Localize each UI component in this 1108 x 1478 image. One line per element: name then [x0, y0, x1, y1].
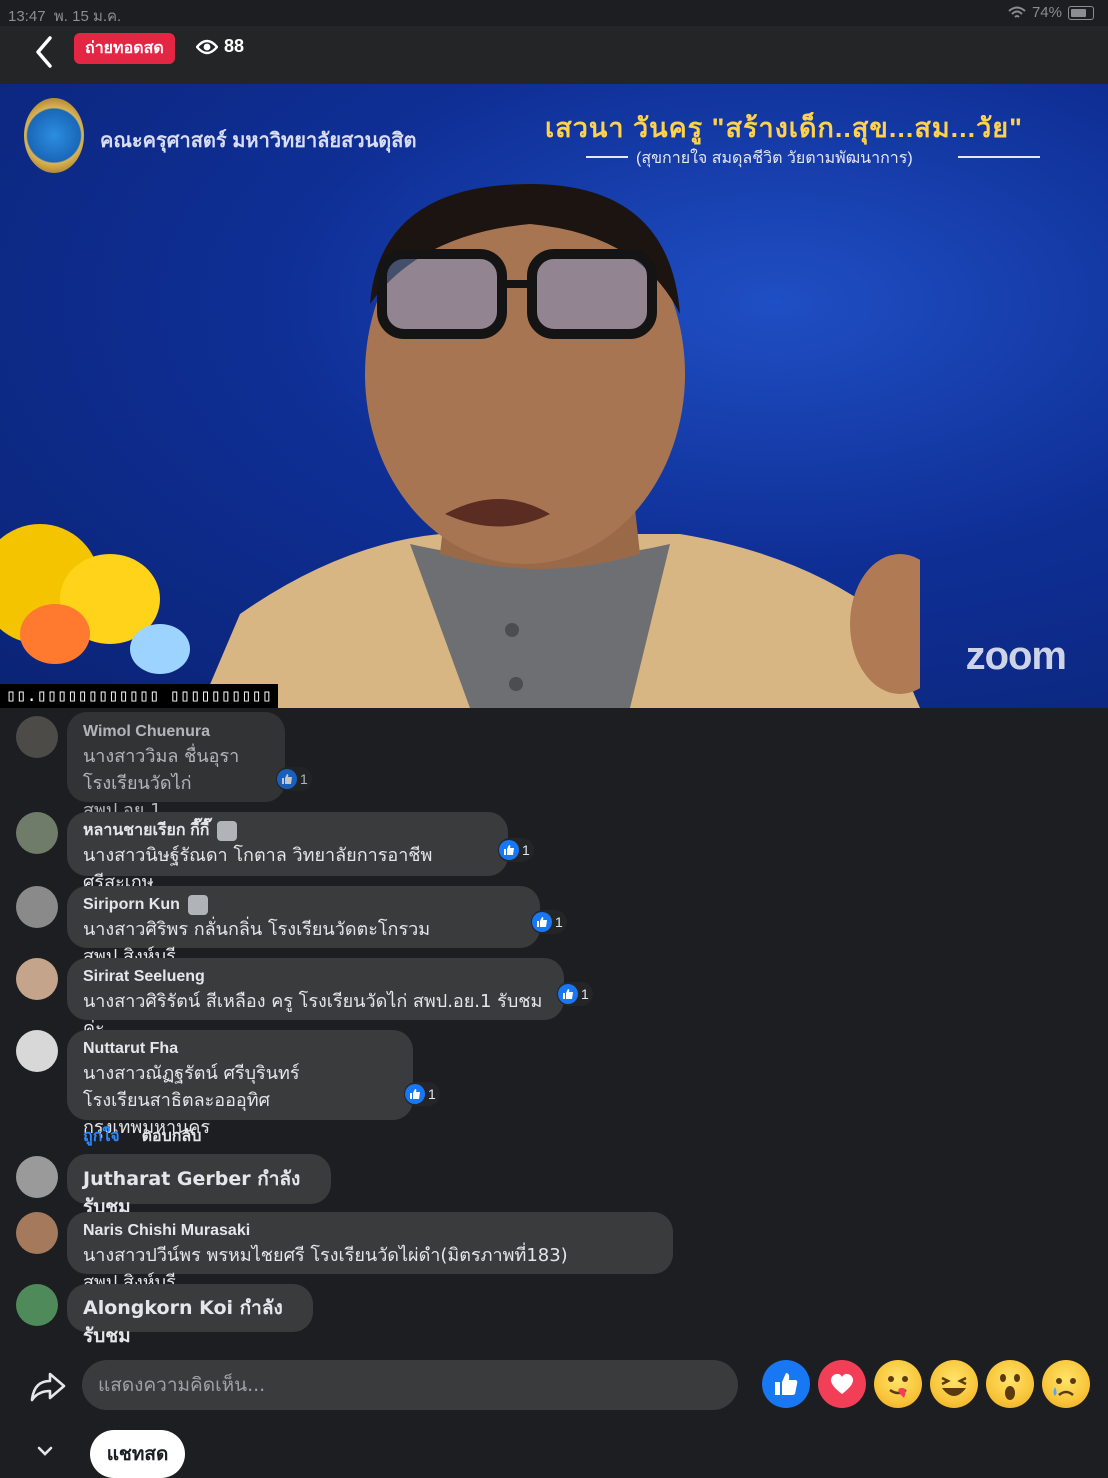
like-count-value: 1 — [428, 1086, 436, 1102]
status-time: 13:47 พ. 15 ม.ค. — [8, 8, 122, 25]
divider — [958, 156, 1040, 158]
comment-author[interactable]: Nuttarut Fha — [83, 1038, 397, 1060]
comment-author[interactable]: Wimol Chuenura — [83, 721, 269, 743]
comment-bubble: หลานชายเรียก กี๊กี๊ นางสาวนิษฐ์รัณดา โกต… — [67, 812, 508, 893]
avatar[interactable] — [16, 1212, 58, 1254]
speaker-name-tag: ▯▯.▯▯▯▯▯▯▯▯▯▯▯▯ ▯▯▯▯▯▯▯▯▯▯ — [0, 684, 279, 708]
like-count[interactable]: 1 — [498, 838, 534, 862]
avatar[interactable] — [16, 1030, 58, 1072]
event-title: เสวนา วันครู "สร้างเด็ก..สุข...สม...วัย" — [545, 113, 1023, 143]
thumbs-up-icon — [775, 1373, 798, 1395]
like-icon — [558, 984, 578, 1004]
comment-text: นางสาววิมล ชื่นอุรา — [83, 746, 240, 767]
reply-action-link[interactable]: ตอบกลับ — [142, 1124, 202, 1149]
live-badge: ถ่ายทอดสด — [74, 33, 175, 64]
like-count-value: 1 — [555, 914, 563, 930]
chevron-down-icon — [37, 1446, 53, 1456]
comment-bubble: Naris Chishi Murasaki นางสาวปวีน์พร พรหม… — [67, 1212, 673, 1293]
like-count-value: 1 — [581, 986, 589, 1002]
university-logo — [24, 98, 84, 173]
viewer-count: 88 — [196, 36, 244, 57]
speaker-figure — [200, 184, 920, 708]
cartoon-decoration — [20, 604, 90, 664]
viewer-count-value: 88 — [224, 36, 245, 56]
like-count[interactable]: 1 — [531, 910, 567, 934]
live-chat-button[interactable]: แชทสด — [90, 1430, 185, 1478]
surprised-face-icon — [1000, 1374, 1020, 1400]
comment-bubble: Sirirat Seelueng นางสาวศิริรัตน์ สีเหลือ… — [67, 958, 564, 1039]
comment-bubble: Wimol Chuenura นางสาววิมล ชื่นอุรา โรงเร… — [67, 712, 285, 821]
watching-bubble: Jutharat Gerber กำลังรับชม — [67, 1154, 331, 1218]
share-button[interactable] — [28, 1366, 68, 1406]
zoom-watermark: zoom — [965, 634, 1067, 678]
comment-author-name: หลานชายเรียก กี๊กี๊ — [83, 822, 210, 839]
chevron-left-icon — [36, 36, 52, 68]
care-face-icon — [888, 1376, 908, 1398]
battery-icon — [1068, 5, 1094, 20]
sad-face-icon — [1053, 1378, 1076, 1396]
new-member-badge-icon — [187, 895, 208, 915]
like-icon — [405, 1084, 425, 1104]
comment-author-name: Siriporn Kun — [83, 896, 180, 913]
share-icon — [30, 1372, 66, 1402]
comment-author[interactable]: หลานชายเรียก กี๊กี๊ — [83, 820, 492, 842]
like-icon — [277, 769, 297, 789]
comment-actions: ถูกใจ ตอบกลับ — [83, 1124, 201, 1149]
sad-reaction-button[interactable] — [1042, 1360, 1090, 1408]
comment-author[interactable]: Naris Chishi Murasaki — [83, 1220, 657, 1242]
like-count[interactable]: 1 — [404, 1082, 440, 1106]
watching-text: Alongkorn Koi กำลังรับชม — [83, 1297, 283, 1347]
comment-author[interactable]: Siriporn Kun — [83, 894, 524, 916]
avatar[interactable] — [16, 886, 58, 928]
status-bar: 13:47 พ. 15 ม.ค. 74% — [0, 0, 1108, 26]
laughing-face-icon — [941, 1376, 967, 1396]
comment-bubble: Siriporn Kun นางสาวศิริพร กลั่นกลิ่น โรง… — [67, 886, 540, 967]
battery-percent: 74% — [1031, 4, 1062, 21]
like-count-value: 1 — [300, 771, 308, 787]
comment-list[interactable]: Wimol Chuenura นางสาววิมล ชื่นอุรา โรงเร… — [0, 708, 1108, 1348]
avatar[interactable] — [16, 1284, 58, 1326]
avatar[interactable] — [16, 958, 58, 1000]
comment-text: นางสาวณัฏฐรัตน์ ศรีบุรินทร์ — [83, 1063, 300, 1084]
avatar[interactable] — [16, 812, 58, 854]
love-reaction-button[interactable] — [818, 1360, 866, 1408]
comment-bubble: Nuttarut Fha นางสาวณัฏฐรัตน์ ศรีบุรินทร์… — [67, 1030, 413, 1138]
live-video[interactable]: คณะครุศาสตร์ มหาวิทยาลัยสวนดุสิต เสวนา ว… — [0, 84, 1108, 708]
like-action-link[interactable]: ถูกใจ — [83, 1124, 120, 1149]
comment-author[interactable]: Sirirat Seelueng — [83, 966, 548, 988]
like-icon — [499, 840, 519, 860]
like-reaction-button[interactable] — [762, 1360, 810, 1408]
avatar[interactable] — [16, 716, 58, 758]
avatar[interactable] — [16, 1156, 58, 1198]
wifi-icon — [1008, 6, 1026, 18]
reaction-bar — [762, 1360, 1090, 1408]
live-header: ถ่ายทอดสด 88 — [0, 26, 1108, 84]
haha-reaction-button[interactable] — [930, 1360, 978, 1408]
heart-icon — [830, 1373, 854, 1394]
like-count-value: 1 — [522, 842, 530, 858]
comment-input[interactable] — [82, 1360, 738, 1410]
care-reaction-button[interactable] — [874, 1360, 922, 1408]
comment-composer: แชทสด — [0, 1348, 1108, 1478]
cartoon-decoration — [130, 624, 190, 674]
like-icon — [532, 912, 552, 932]
fan-badge-icon — [217, 821, 238, 841]
back-button[interactable] — [26, 32, 66, 72]
like-count[interactable]: 1 — [557, 982, 593, 1006]
collapse-button[interactable] — [34, 1440, 56, 1462]
eye-icon — [196, 39, 218, 54]
wow-reaction-button[interactable] — [986, 1360, 1034, 1408]
like-count[interactable]: 1 — [276, 767, 312, 791]
status-battery: 74% — [1008, 4, 1094, 21]
watching-bubble: Alongkorn Koi กำลังรับชม — [67, 1284, 313, 1347]
